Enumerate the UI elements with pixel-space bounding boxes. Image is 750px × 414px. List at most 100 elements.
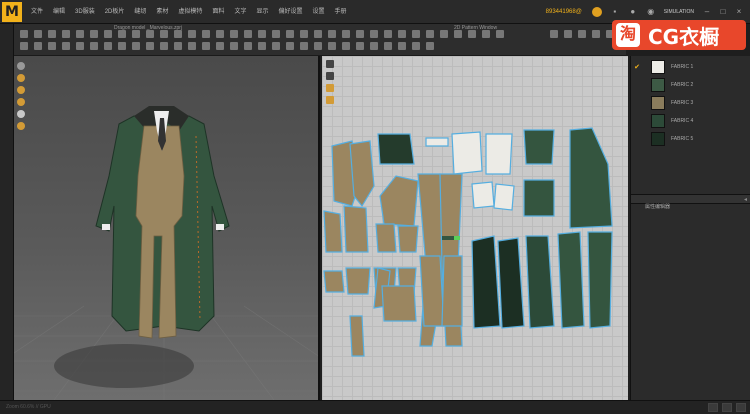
tool-icon[interactable] bbox=[244, 30, 252, 38]
tool-icon[interactable] bbox=[384, 42, 392, 50]
tool-icon[interactable] bbox=[174, 42, 182, 50]
property-editor-header[interactable]: 属性编辑器 ◂ bbox=[631, 194, 750, 210]
tool-icon[interactable] bbox=[230, 30, 238, 38]
stitch-tool-icon[interactable] bbox=[17, 122, 25, 130]
menu-preferences[interactable]: 偏好设置 bbox=[273, 0, 307, 24]
pattern-view-icon[interactable] bbox=[326, 96, 334, 104]
texture-tool-icon[interactable] bbox=[17, 86, 25, 94]
tool-icon[interactable] bbox=[48, 42, 56, 50]
fabric-item[interactable]: FABRIC 5 bbox=[631, 130, 750, 148]
tool-icon[interactable] bbox=[188, 30, 196, 38]
tool-icon[interactable] bbox=[216, 42, 224, 50]
menu-3d-garment[interactable]: 3D服装 bbox=[70, 0, 100, 24]
tool-icon[interactable] bbox=[356, 30, 364, 38]
tool-icon[interactable] bbox=[286, 30, 294, 38]
minimize-icon[interactable]: – bbox=[702, 7, 712, 17]
menu-text[interactable]: 文字 bbox=[229, 0, 251, 24]
tool-icon[interactable] bbox=[564, 30, 572, 38]
layout-button-icon[interactable] bbox=[722, 403, 732, 412]
tool-icon[interactable] bbox=[314, 30, 322, 38]
fabric-item[interactable]: FABRIC 3 bbox=[631, 94, 750, 112]
menu-materials[interactable]: 素材 bbox=[151, 0, 173, 24]
render-tool-icon[interactable] bbox=[17, 98, 25, 106]
tool-icon[interactable] bbox=[328, 42, 336, 50]
fabric-item[interactable]: FABRIC 4 bbox=[631, 112, 750, 130]
menu-avatar[interactable]: 虚拟模特 bbox=[173, 0, 207, 24]
tool-icon[interactable] bbox=[244, 42, 252, 50]
tool-icon[interactable] bbox=[342, 30, 350, 38]
tool-icon[interactable] bbox=[370, 42, 378, 50]
simulation-mode-label[interactable]: SIMULATION bbox=[664, 9, 694, 15]
tool-icon[interactable] bbox=[592, 30, 600, 38]
tool-icon[interactable] bbox=[286, 42, 294, 50]
pattern-edit-icon[interactable] bbox=[326, 72, 334, 80]
tool-icon[interactable] bbox=[412, 42, 420, 50]
tool-icon[interactable] bbox=[426, 30, 434, 38]
tool-icon[interactable] bbox=[328, 30, 336, 38]
tool-icon[interactable] bbox=[62, 42, 70, 50]
tool-icon[interactable] bbox=[160, 42, 168, 50]
tool-icon[interactable] bbox=[20, 42, 28, 50]
tool-icon[interactable] bbox=[216, 30, 224, 38]
tool-icon[interactable] bbox=[174, 30, 182, 38]
tool-icon[interactable] bbox=[20, 30, 28, 38]
tool-icon[interactable] bbox=[62, 30, 70, 38]
light-tool-icon[interactable] bbox=[17, 110, 25, 118]
tool-icon[interactable] bbox=[272, 42, 280, 50]
tool-icon[interactable] bbox=[314, 42, 322, 50]
tool-icon[interactable] bbox=[90, 30, 98, 38]
pattern-color-icon[interactable] bbox=[326, 84, 334, 92]
menu-display[interactable]: 显示 bbox=[251, 0, 273, 24]
layout-button-icon[interactable] bbox=[708, 403, 718, 412]
tool-icon[interactable] bbox=[76, 42, 84, 50]
tool-icon[interactable] bbox=[550, 30, 558, 38]
expand-icon[interactable]: ◂ bbox=[744, 195, 747, 205]
layout-button-icon[interactable] bbox=[736, 403, 746, 412]
tool-icon[interactable] bbox=[412, 30, 420, 38]
avatar-icon[interactable]: ◉ bbox=[646, 7, 656, 17]
menu-manual[interactable]: 手册 bbox=[330, 0, 352, 24]
tool-icon[interactable] bbox=[202, 42, 210, 50]
tool-icon[interactable] bbox=[258, 30, 266, 38]
tool-icon[interactable] bbox=[230, 42, 238, 50]
fabric-item[interactable]: FABRIC 2 bbox=[631, 76, 750, 94]
tool-icon[interactable] bbox=[146, 30, 154, 38]
viewport-2d-pattern[interactable] bbox=[322, 56, 628, 400]
tool-icon[interactable] bbox=[34, 42, 42, 50]
credits-icon[interactable] bbox=[591, 7, 602, 17]
tool-icon[interactable] bbox=[258, 42, 266, 50]
tool-icon[interactable] bbox=[398, 30, 406, 38]
tool-icon[interactable] bbox=[454, 30, 462, 38]
pattern-select-icon[interactable] bbox=[326, 60, 334, 68]
tool-icon[interactable] bbox=[104, 30, 112, 38]
close-icon[interactable]: × bbox=[734, 7, 744, 17]
tool-icon[interactable] bbox=[496, 30, 504, 38]
menu-settings[interactable]: 设置 bbox=[307, 0, 329, 24]
menu-fabric[interactable]: 面料 bbox=[207, 0, 229, 24]
menu-edit[interactable]: 编辑 bbox=[48, 0, 70, 24]
tool-icon[interactable] bbox=[384, 30, 392, 38]
cart-icon[interactable]: ▪ bbox=[610, 7, 620, 17]
tool-icon[interactable] bbox=[468, 30, 476, 38]
tool-icon[interactable] bbox=[34, 30, 42, 38]
menu-file[interactable]: 文件 bbox=[26, 0, 48, 24]
tool-icon[interactable] bbox=[132, 42, 140, 50]
tool-icon[interactable] bbox=[300, 42, 308, 50]
bell-icon[interactable]: ● bbox=[628, 7, 638, 17]
tool-icon[interactable] bbox=[48, 30, 56, 38]
tool-icon[interactable] bbox=[188, 42, 196, 50]
user-id[interactable]: 893441968@ bbox=[546, 9, 582, 15]
avatar-tool-icon[interactable] bbox=[17, 62, 25, 70]
tool-icon[interactable] bbox=[370, 30, 378, 38]
viewport-3d[interactable] bbox=[14, 56, 320, 400]
tool-icon[interactable] bbox=[272, 30, 280, 38]
tool-icon[interactable] bbox=[76, 30, 84, 38]
tool-icon[interactable] bbox=[440, 30, 448, 38]
tool-icon[interactable] bbox=[342, 42, 350, 50]
tool-icon[interactable] bbox=[356, 42, 364, 50]
tool-icon[interactable] bbox=[300, 30, 308, 38]
tool-icon[interactable] bbox=[118, 42, 126, 50]
maximize-icon[interactable]: □ bbox=[718, 7, 728, 17]
tool-icon[interactable] bbox=[426, 42, 434, 50]
tool-icon[interactable] bbox=[578, 30, 586, 38]
